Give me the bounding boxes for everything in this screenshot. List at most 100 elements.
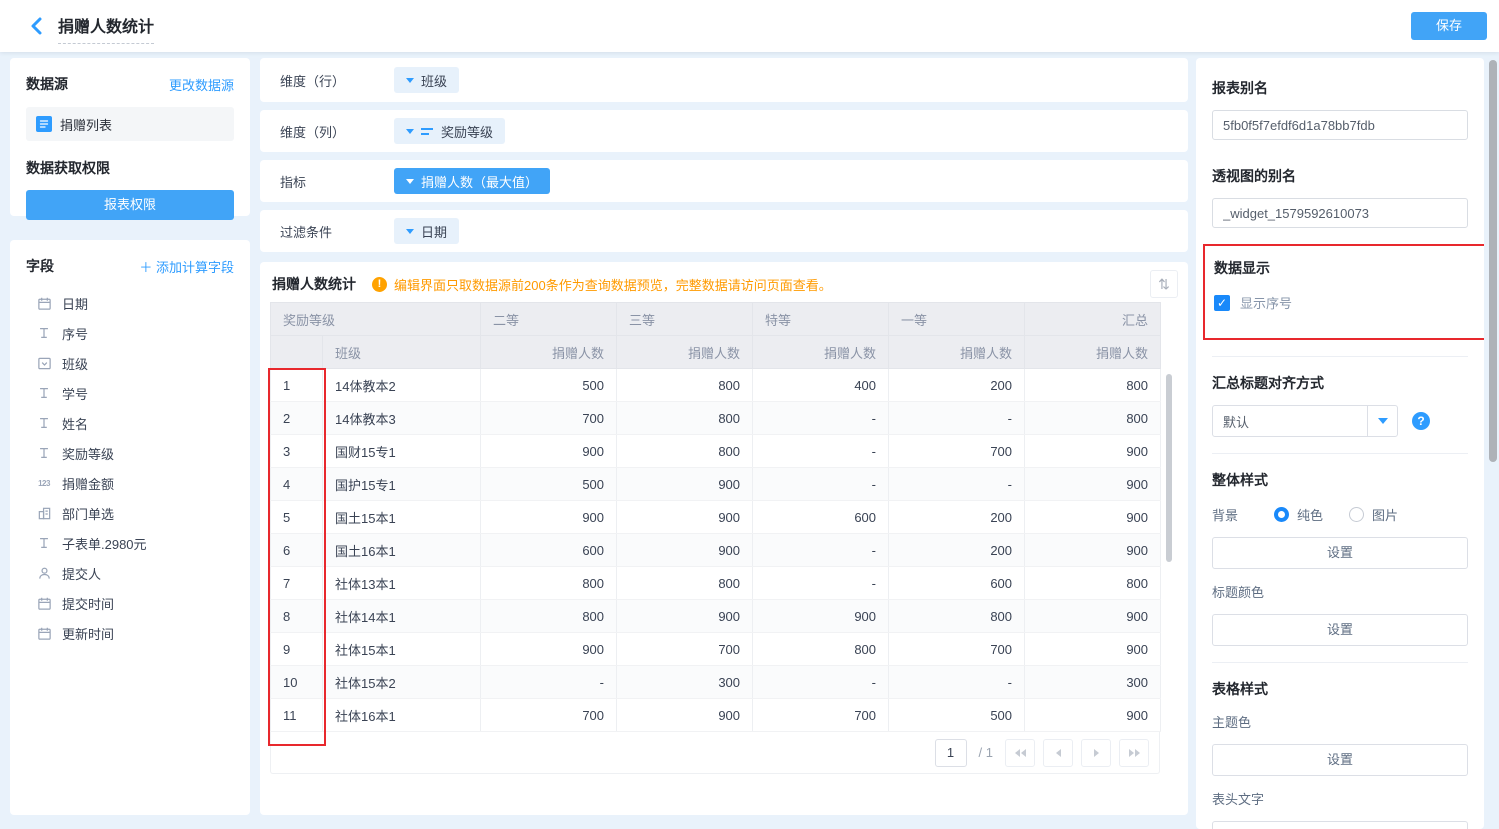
field-item[interactable]: 子表单.2980元 — [26, 528, 234, 558]
config-tag[interactable]: 日期 — [394, 218, 459, 244]
first-page-button[interactable] — [1005, 739, 1035, 767]
text-field-icon — [36, 325, 52, 341]
background-label: 背景 — [1212, 505, 1274, 524]
seq-cell: 2 — [271, 402, 323, 435]
checkbox-checked-icon[interactable]: ✓ — [1214, 295, 1230, 311]
field-item[interactable]: 姓名 — [26, 408, 234, 438]
value-cell: 600 — [889, 567, 1025, 600]
field-item[interactable]: 序号 — [26, 318, 234, 348]
field-item[interactable]: 部门单选 — [26, 498, 234, 528]
class-cell: 14体教本3 — [323, 402, 481, 435]
divider — [1212, 356, 1468, 357]
field-item[interactable]: 更新时间 — [26, 618, 234, 648]
value-cell: 900 — [1025, 534, 1161, 567]
next-page-button[interactable] — [1081, 739, 1111, 767]
field-item[interactable]: 日期 — [26, 288, 234, 318]
config-tag[interactable]: 捐赠人数（最大值） — [394, 168, 550, 194]
value-cell: 700 — [889, 633, 1025, 666]
field-item[interactable]: 班级 — [26, 348, 234, 378]
datasource-panel: 数据源 更改数据源 捐赠列表 数据获取权限 报表权限 — [10, 58, 250, 216]
dropdown-arrow-icon — [406, 78, 414, 83]
config-tag[interactable]: 班级 — [394, 67, 459, 93]
next-page-icon — [1094, 749, 1099, 757]
pivot-table: 奖励等级二等三等特等一等汇总班级捐赠人数捐赠人数捐赠人数捐赠人数捐赠人数 114… — [270, 302, 1160, 732]
seq-cell: 6 — [271, 534, 323, 567]
value-cell: 900 — [617, 468, 753, 501]
radio-solid-color-selected[interactable] — [1274, 507, 1289, 522]
seq-cell: 3 — [271, 435, 323, 468]
add-calc-field-link[interactable]: ＋ 添加计算字段 — [139, 257, 234, 276]
prev-page-button[interactable] — [1043, 739, 1073, 767]
summary-align-select[interactable]: 默认 — [1212, 405, 1398, 437]
field-item[interactable]: 提交人 — [26, 558, 234, 588]
pivot-metric-header: 捐赠人数 — [617, 336, 753, 369]
seq-cell: 1 — [271, 369, 323, 402]
class-cell: 社体15本2 — [323, 666, 481, 699]
back-icon[interactable] — [26, 15, 48, 37]
seq-cell: 4 — [271, 468, 323, 501]
field-label: 提交时间 — [62, 594, 114, 613]
pivot-corner-header: 奖励等级 — [271, 303, 481, 336]
page-title[interactable]: 捐赠人数统计 — [58, 13, 154, 44]
solid-color-label[interactable]: 纯色 — [1297, 505, 1323, 524]
change-datasource-link[interactable]: 更改数据源 — [169, 75, 234, 94]
config-row: 过滤条件日期 — [260, 210, 1188, 252]
help-icon[interactable]: ? — [1412, 412, 1430, 430]
pivot-alias-input[interactable] — [1212, 198, 1468, 228]
divider — [1212, 453, 1468, 454]
department-icon — [36, 505, 52, 521]
show-seq-checkbox-row[interactable]: ✓ 显示序号 — [1214, 293, 1477, 312]
panel-scrollbar-thumb[interactable] — [1489, 60, 1497, 462]
datasource-item[interactable]: 捐赠列表 — [26, 107, 234, 141]
page-input[interactable] — [935, 739, 967, 767]
table-scrollbar-thumb[interactable] — [1166, 374, 1172, 562]
seq-cell: 5 — [271, 501, 323, 534]
radio-image[interactable] — [1349, 507, 1364, 522]
image-label[interactable]: 图片 — [1372, 505, 1398, 524]
theme-color-settings-button[interactable]: 设置 — [1212, 744, 1468, 776]
field-item[interactable]: 123捐赠金额 — [26, 468, 234, 498]
title-color-settings-button[interactable]: 设置 — [1212, 614, 1468, 646]
value-cell: 800 — [1025, 567, 1161, 600]
field-item[interactable]: 奖励等级 — [26, 438, 234, 468]
report-alias-label: 报表别名 — [1212, 78, 1468, 98]
value-cell: 900 — [1025, 699, 1161, 732]
seq-cell: 8 — [271, 600, 323, 633]
value-cell: 200 — [889, 369, 1025, 402]
pivot-metric-header: 捐赠人数 — [481, 336, 617, 369]
chevron-down-icon — [1378, 418, 1388, 424]
class-cell: 国土15本1 — [323, 501, 481, 534]
select-field-icon — [36, 355, 52, 371]
table-row: 11社体16本1700900700500900 — [271, 699, 1161, 732]
class-cell: 14体教本2 — [323, 369, 481, 402]
last-page-button[interactable] — [1119, 739, 1149, 767]
value-cell: 900 — [481, 633, 617, 666]
report-alias-input[interactable] — [1212, 110, 1468, 140]
value-cell: - — [889, 468, 1025, 501]
config-row-label: 过滤条件 — [280, 222, 394, 241]
value-cell: 800 — [481, 600, 617, 633]
fields-panel: 字段 ＋ 添加计算字段 日期序号班级学号姓名奖励等级123捐赠金额部门单选子表单… — [10, 240, 250, 815]
value-cell: - — [481, 666, 617, 699]
report-permission-button[interactable]: 报表权限 — [26, 190, 234, 220]
table-row: 8社体14本1800900900800900 — [271, 600, 1161, 633]
value-cell: 900 — [617, 501, 753, 534]
class-cell: 社体14本1 — [323, 600, 481, 633]
text-field-icon — [36, 385, 52, 401]
config-tag[interactable]: 奖励等级 — [394, 118, 505, 144]
table-row: 4国护15专1500900--900 — [271, 468, 1161, 501]
field-item[interactable]: 提交时间 — [26, 588, 234, 618]
save-button[interactable]: 保存 — [1411, 12, 1487, 40]
warning-icon: ! — [372, 277, 387, 292]
table-style-label: 表格样式 — [1212, 679, 1468, 699]
datasource-title: 数据源 — [26, 74, 68, 94]
dropdown-arrow-icon — [406, 129, 414, 134]
field-label: 更新时间 — [62, 624, 114, 643]
header-text-settings-button[interactable]: 设置 — [1212, 821, 1468, 829]
background-settings-button[interactable]: 设置 — [1212, 537, 1468, 569]
page-total: / 1 — [979, 745, 993, 760]
sort-toggle-button[interactable]: ⇅ — [1150, 270, 1178, 298]
field-item[interactable]: 学号 — [26, 378, 234, 408]
value-cell: - — [753, 435, 889, 468]
value-cell: 900 — [1025, 633, 1161, 666]
